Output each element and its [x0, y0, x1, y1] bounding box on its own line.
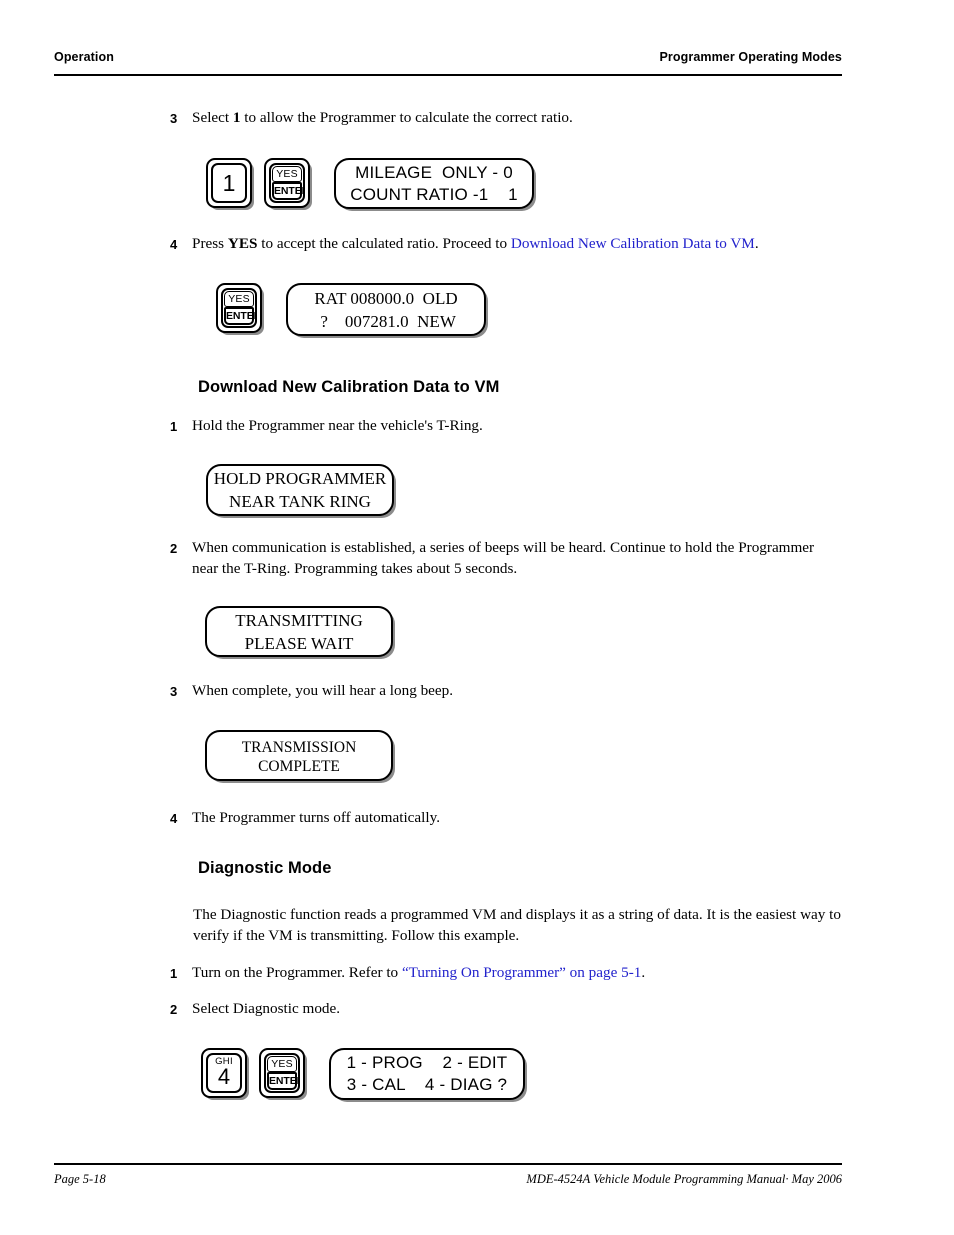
step-text-part: Press — [192, 235, 228, 252]
key-label-enter: ENTER — [272, 182, 303, 200]
step-text: The Programmer turns off automatically. — [192, 809, 440, 826]
step-number: 1 — [170, 419, 178, 434]
step-text: Press YES to accept the calculated ratio… — [192, 233, 860, 255]
step-number: 3 — [170, 684, 178, 699]
step-text: Turn on the Programmer. Refer to “Turnin… — [192, 962, 860, 984]
step-1-hold-programmer: 1 Hold the Programmer near the vehicle's… — [170, 415, 850, 437]
key-label-enter: ENTER — [267, 1072, 298, 1090]
figure-transmission-complete: TRANSMISSION COMPLETE — [205, 730, 393, 781]
lcd-line-2: ? 007281.0 NEW — [316, 311, 456, 331]
step-text: When communication is established, a ser… — [192, 539, 815, 577]
key-label-yes: YES — [224, 291, 254, 307]
step-number: 1 — [170, 966, 178, 981]
step-number: 4 — [170, 237, 178, 252]
lcd-display-menu: 1 - PROG 2 - EDIT 3 - CAL 4 - DIAG ? — [329, 1048, 525, 1100]
header-left-title: Operation — [54, 50, 114, 64]
lcd-line-1: HOLD PROGRAMMER — [213, 469, 387, 488]
footer-page-number: Page 5-18 — [54, 1172, 106, 1186]
step-text: Select Diagnostic mode. — [192, 1000, 341, 1017]
keypad-key-yes-enter[interactable]: YES ENTER — [259, 1048, 305, 1098]
key-label: 1 — [222, 170, 236, 196]
key-face: YES ENTER — [269, 163, 305, 203]
key-face: YES ENTER — [264, 1053, 300, 1093]
key-label-enter: ENTER — [224, 307, 255, 325]
step-text-part: to allow the Programmer to calculate the… — [240, 109, 573, 126]
section-heading-download: Download New Calibration Data to VM — [198, 378, 500, 396]
step-text-part: . — [641, 964, 646, 981]
step-emphasis: 1 — [232, 109, 241, 126]
step-3-calculate-ratio: 3 Select 1 to allow the Programmer to ca… — [170, 107, 850, 129]
header-right-title: Programmer Operating Modes — [659, 50, 842, 64]
step-text: Select 1 to allow the Programmer to calc… — [192, 107, 850, 129]
key-label-yes: YES — [272, 166, 302, 182]
lcd-line-1: TRANSMISSION — [241, 739, 357, 756]
figure-old-new-ratio: YES ENTER RAT 008000.0 OLD ? 007281.0 NE… — [216, 283, 486, 336]
footer-divider — [54, 1163, 842, 1165]
step-text-part: to accept the calculated ratio. Proceed … — [257, 235, 511, 252]
key-label-yes: YES — [267, 1056, 297, 1072]
step-3-long-beep: 3 When complete, you will hear a long be… — [170, 680, 850, 702]
lcd-line-2: COMPLETE — [258, 758, 340, 775]
lcd-display-mileage: MILEAGE ONLY - 0 COUNT RATIO -1 1 — [334, 158, 534, 209]
diagnostic-intro-paragraph: The Diagnostic function reads a programm… — [193, 906, 841, 944]
step-emphasis: YES — [227, 235, 258, 252]
lcd-line-1: MILEAGE ONLY - 0 — [355, 162, 513, 182]
step-number: 2 — [170, 541, 178, 556]
figure-mileage-ratio: 1 YES ENTER MILEAGE ONLY - 0 COUNT RATIO… — [206, 158, 534, 209]
key-face: GHI 4 — [206, 1053, 242, 1093]
keypad-key-yes-enter[interactable]: YES ENTER — [216, 283, 262, 333]
step-4-turns-off: 4 The Programmer turns off automatically… — [170, 807, 850, 829]
keypad-key-4-ghi[interactable]: GHI 4 — [201, 1048, 247, 1098]
key-face: 1 — [211, 163, 247, 203]
header-divider — [54, 74, 842, 76]
key-label: 4 — [217, 1064, 231, 1089]
page-footer: Page 5-18 MDE-4524A Vehicle Module Progr… — [54, 1172, 842, 1187]
lcd-line-2: 3 - CAL 4 - DIAG ? — [346, 1075, 508, 1094]
lcd-display-ratio: RAT 008000.0 OLD ? 007281.0 NEW — [286, 283, 486, 336]
step-number: 3 — [170, 111, 178, 126]
page-header: Operation Programmer Operating Modes — [54, 50, 842, 64]
step-number: 2 — [170, 1002, 178, 1017]
lcd-line-2: PLEASE WAIT — [244, 633, 354, 653]
step-text: When complete, you will hear a long beep… — [192, 682, 454, 699]
step-text-part: . — [754, 235, 759, 252]
step-2-communication-beeps: 2 When communication is established, a s… — [170, 537, 820, 579]
step-text-part: Turn on the Programmer. Refer to — [192, 964, 402, 981]
step-number: 4 — [170, 811, 178, 826]
document-page: Operation Programmer Operating Modes 3 S… — [0, 0, 954, 1235]
lcd-display-transmitting: TRANSMITTING PLEASE WAIT — [205, 606, 393, 657]
keypad-key-1[interactable]: 1 — [206, 158, 252, 208]
lcd-display-complete: TRANSMISSION COMPLETE — [205, 730, 393, 781]
lcd-line-1: RAT 008000.0 OLD — [314, 288, 458, 308]
figure-hold-programmer: HOLD PROGRAMMER NEAR TANK RING — [206, 464, 394, 516]
lcd-line-2: COUNT RATIO -1 1 — [350, 184, 518, 204]
lcd-line-2: NEAR TANK RING — [229, 492, 371, 511]
lcd-line-1: 1 - PROG 2 - EDIT — [346, 1053, 508, 1072]
step-1-turn-on-programmer: 1 Turn on the Programmer. Refer to “Turn… — [170, 962, 860, 984]
footer-document-title: MDE-4524A Vehicle Module Programming Man… — [526, 1172, 842, 1186]
section-heading-diagnostic: Diagnostic Mode — [198, 859, 332, 877]
lcd-line-1: TRANSMITTING — [235, 610, 363, 630]
cross-reference-link-download[interactable]: Download New Calibration Data to VM — [511, 235, 755, 252]
step-4-press-yes: 4 Press YES to accept the calculated rat… — [170, 233, 860, 255]
key-face: YES ENTER — [221, 288, 257, 328]
lcd-display-hold: HOLD PROGRAMMER NEAR TANK RING — [206, 464, 394, 516]
step-2-select-diagnostic: 2 Select Diagnostic mode. — [170, 998, 850, 1020]
step-text: Hold the Programmer near the vehicle's T… — [192, 417, 483, 434]
figure-transmitting: TRANSMITTING PLEASE WAIT — [205, 606, 393, 657]
cross-reference-link-turning-on[interactable]: “Turning On Programmer” on page 5-1 — [402, 964, 641, 981]
step-text-part: Select — [192, 109, 233, 126]
figure-diagnostic-menu: GHI 4 YES ENTER 1 - PROG 2 - EDIT 3 - CA… — [201, 1048, 525, 1100]
keypad-key-yes-enter[interactable]: YES ENTER — [264, 158, 310, 208]
